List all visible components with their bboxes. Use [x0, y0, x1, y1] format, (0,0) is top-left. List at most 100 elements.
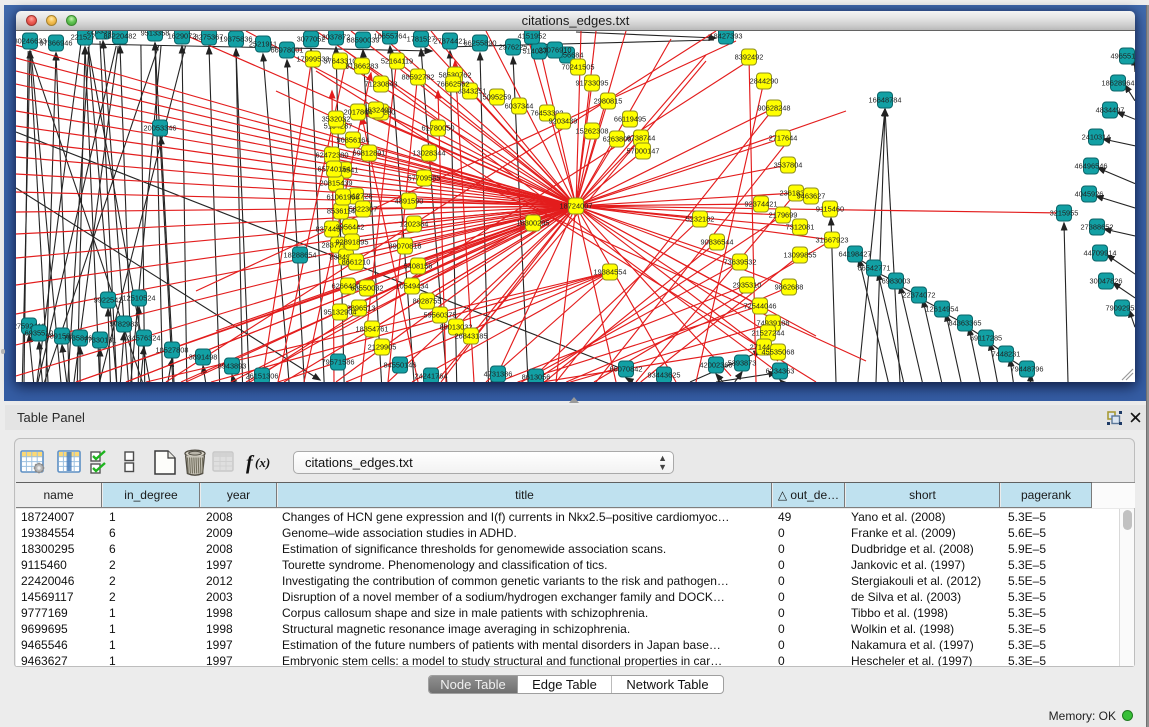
svg-text:63550032: 63550032 [351, 284, 384, 293]
svg-text:81366283: 81366283 [346, 62, 379, 71]
svg-text:70241505: 70241505 [562, 63, 595, 72]
svg-text:97366946: 97366946 [40, 39, 73, 48]
svg-text:96856164: 96856164 [337, 136, 370, 145]
svg-text:1629072: 1629072 [168, 32, 197, 41]
svg-text:3956442: 3956442 [336, 223, 365, 232]
svg-text:6983003: 6983003 [882, 277, 911, 286]
svg-text:34576324: 34576324 [128, 334, 161, 343]
svg-text:24241764: 24241764 [415, 372, 448, 381]
svg-text:90836544: 90836544 [701, 238, 734, 247]
svg-text:6037344: 6037344 [505, 102, 534, 111]
svg-text:95132904: 95132904 [324, 308, 357, 317]
svg-text:92374421: 92374421 [745, 200, 778, 209]
svg-text:93443625: 93443625 [648, 371, 681, 380]
svg-text:16648784: 16648784 [869, 96, 902, 105]
svg-text:9513358: 9513358 [141, 31, 170, 38]
svg-text:9463627: 9463627 [797, 192, 826, 201]
svg-text:18300295: 18300295 [517, 219, 550, 228]
svg-text:66070842: 66070842 [610, 365, 643, 374]
svg-text:76662562: 76662562 [437, 80, 470, 89]
svg-text:18427393: 18427393 [710, 32, 743, 41]
svg-text:18354761: 18354761 [356, 325, 389, 334]
svg-text:44709914: 44709914 [1084, 249, 1117, 258]
svg-text:2129905: 2129905 [368, 343, 397, 352]
svg-text:5232182: 5232182 [686, 215, 715, 224]
svg-text:10527808: 10527808 [156, 346, 189, 355]
svg-text:(x): (x) [255, 455, 270, 470]
svg-text:6263809: 6263809 [603, 135, 632, 144]
svg-text:26151306: 26151306 [246, 372, 279, 381]
svg-text:9115460: 9115460 [816, 205, 844, 214]
svg-text:66978001: 66978001 [271, 46, 304, 55]
svg-text:66255890: 66255890 [464, 39, 497, 48]
svg-text:3537804: 3537804 [774, 161, 803, 170]
svg-text:49655179: 49655179 [1111, 52, 1135, 61]
svg-text:64198427: 64198427 [839, 250, 872, 259]
svg-text:12510524: 12510524 [123, 294, 156, 303]
svg-text:2179699: 2179699 [769, 211, 798, 220]
svg-text:f: f [246, 452, 255, 474]
svg-text:27388652: 27388652 [1081, 223, 1114, 232]
svg-text:3215955: 3215955 [1050, 209, 1079, 218]
svg-text:84550146: 84550146 [384, 361, 417, 370]
svg-text:61061966: 61061966 [327, 193, 360, 202]
svg-text:20053346: 20053346 [144, 124, 177, 133]
svg-text:6234363: 6234363 [766, 367, 795, 376]
svg-text:79571586: 79571586 [322, 358, 355, 367]
svg-text:8536114: 8536114 [327, 207, 355, 216]
svg-text:69117285: 69117285 [970, 334, 1002, 343]
svg-text:8661210: 8661210 [342, 258, 371, 267]
svg-text:91733095: 91733095 [576, 79, 609, 88]
svg-text:57000147: 57000147 [627, 147, 660, 156]
svg-text:4045926: 4045926 [1075, 190, 1104, 199]
svg-text:23076910: 23076910 [539, 46, 572, 55]
svg-text:18288654: 18288654 [284, 251, 317, 260]
svg-text:69812891: 69812891 [353, 149, 386, 158]
svg-text:9862688: 9862688 [775, 283, 804, 292]
svg-text:61780050: 61780050 [422, 124, 455, 133]
svg-text:9922542: 9922542 [94, 296, 123, 305]
svg-text:4731386: 4731386 [484, 370, 513, 379]
svg-text:16655764: 16655764 [374, 32, 407, 41]
svg-text:9203439: 9203439 [549, 117, 578, 126]
svg-text:30047826: 30047826 [1090, 277, 1123, 286]
svg-text:79092953: 79092953 [1106, 304, 1135, 313]
svg-text:7312081: 7312081 [786, 223, 815, 232]
svg-text:18724007: 18724007 [560, 202, 593, 211]
svg-text:8392492: 8392492 [735, 53, 764, 62]
svg-text:5393873: 5393873 [728, 359, 757, 368]
svg-text:19384554: 19384554 [594, 268, 627, 277]
svg-text:20815439: 20815439 [320, 179, 353, 188]
svg-text:3532032: 3532032 [322, 115, 351, 124]
svg-text:57709585: 57709585 [408, 174, 441, 183]
svg-text:1202384: 1202384 [400, 220, 429, 229]
svg-text:4891590: 4891590 [395, 197, 424, 206]
svg-text:26843185: 26843185 [455, 332, 488, 341]
svg-text:72544046: 72544046 [744, 302, 777, 311]
svg-text:5408156: 5408156 [404, 262, 433, 271]
svg-text:21527244: 21527244 [752, 329, 785, 338]
svg-text:89070818: 89070818 [389, 242, 422, 251]
svg-text:2980815: 2980815 [594, 97, 623, 106]
svg-text:13028344: 13028344 [413, 149, 446, 158]
svg-text:88220482: 88220482 [104, 32, 137, 41]
svg-text:92891895: 92891895 [336, 238, 369, 247]
svg-text:77330181: 77330181 [84, 336, 117, 345]
svg-text:73639532: 73639532 [724, 258, 757, 267]
svg-text:59560375: 59560375 [424, 311, 457, 320]
svg-text:88592782: 88592782 [402, 73, 435, 82]
svg-text:10549434: 10549434 [396, 282, 429, 291]
svg-text:13099855: 13099855 [784, 251, 817, 260]
svg-text:19375836: 19375836 [220, 35, 253, 44]
svg-text:31667923: 31667923 [816, 236, 849, 245]
svg-text:18628964: 18628964 [1102, 79, 1135, 88]
svg-text:45535068: 45535068 [762, 348, 795, 357]
svg-text:2935310: 2935310 [733, 281, 762, 290]
svg-text:66119495: 66119495 [614, 115, 646, 124]
svg-text:9782983: 9782983 [110, 320, 139, 329]
svg-text:22374072: 22374072 [903, 291, 936, 300]
svg-text:84363365: 84363365 [949, 319, 982, 328]
svg-text:71230843: 71230843 [365, 80, 398, 89]
svg-text:3891498: 3891498 [189, 353, 218, 362]
svg-text:4151952: 4151952 [518, 32, 547, 41]
